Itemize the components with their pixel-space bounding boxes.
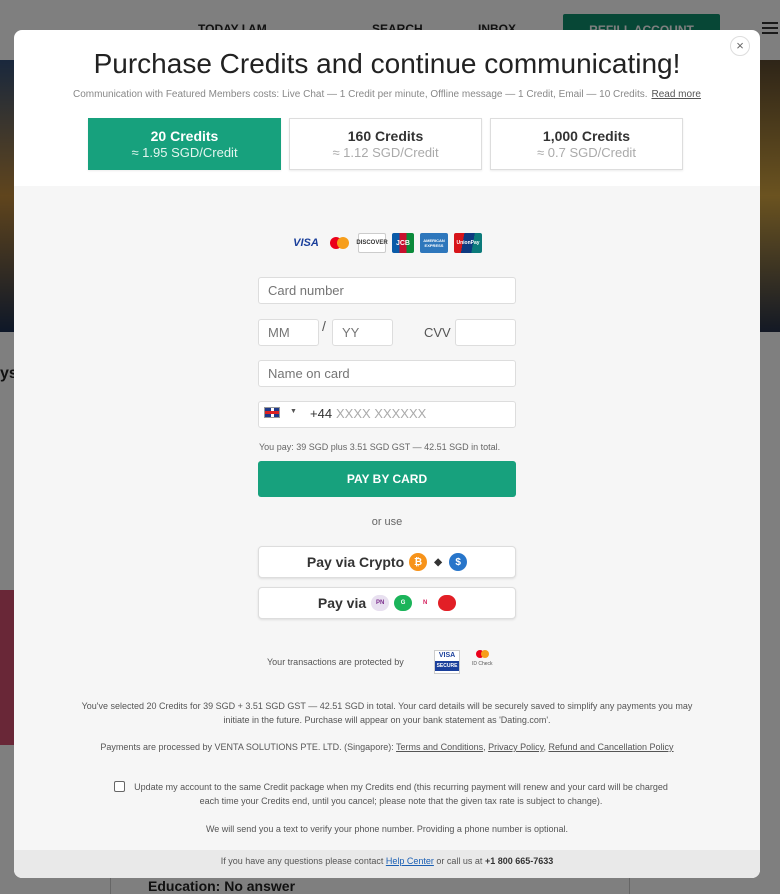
or-use-label: or use: [371, 516, 403, 528]
support-phone[interactable]: +1 800 665-7633: [485, 856, 553, 866]
recurring-payment-checkbox[interactable]: [114, 781, 125, 792]
subtitle-text: Communication with Featured Members cost…: [73, 89, 648, 100]
help-footer: If you have any questions please contact…: [14, 850, 760, 878]
package-title: 160 Credits: [347, 128, 424, 144]
pay-by-card-button[interactable]: PAY BY CARD: [258, 461, 516, 497]
visa-secure-text: VISA: [438, 652, 456, 659]
amex-logo-icon: AMERICAN EXPRESS: [420, 233, 448, 253]
uk-flag-icon[interactable]: [264, 407, 280, 418]
package-price: ≈ 0.7 SGD/Credit: [537, 145, 636, 160]
caret-down-icon[interactable]: ▼: [290, 408, 297, 415]
purchase-credits-modal: × Purchase Credits and continue communic…: [14, 30, 760, 878]
phone-verification-note: We will send you a text to verify your p…: [205, 824, 569, 834]
package-price: ≈ 1.12 SGD/Credit: [332, 145, 439, 160]
pay-via-crypto-button[interactable]: Pay via Crypto ₿ ◆ $: [258, 546, 516, 578]
visa-secure-sub: SECURE: [435, 661, 459, 671]
recurring-payment-label: Update my account to the same Credit pac…: [134, 782, 668, 806]
ethereum-icon: ◆: [432, 553, 445, 571]
package-title: 1,000 Credits: [542, 128, 631, 144]
bitcoin-icon: ₿: [409, 553, 428, 571]
refund-link[interactable]: Refund and Cancellation Policy: [548, 742, 673, 752]
jcb-logo-icon: JCB: [392, 233, 414, 253]
read-more-link[interactable]: Read more: [652, 89, 701, 100]
unionpay-logo-icon: UnionPay: [454, 233, 482, 253]
expiry-separator: /: [322, 318, 326, 334]
privacy-link[interactable]: Privacy Policy: [488, 742, 543, 752]
cvv-input[interactable]: [455, 319, 516, 346]
pay-via-paynow-button[interactable]: Pay via PN G N: [258, 587, 516, 619]
paynow-icon: PN: [371, 595, 390, 611]
processor-text: Payments are processed by VENTA SOLUTION…: [100, 742, 394, 752]
discover-logo-icon: DISCOVER: [356, 233, 388, 253]
you-pay-summary: You pay: 39 SGD plus 3.51 SGD GST — 42.5…: [259, 442, 501, 452]
protected-text: Your transactions are protected by: [267, 657, 404, 667]
visa-secure-icon: VISA SECURE: [434, 650, 460, 674]
phone-country-code: +44: [310, 406, 333, 421]
mastercard-logo-icon: [326, 233, 352, 253]
usdc-icon: $: [449, 553, 468, 571]
card-number-input[interactable]: [258, 277, 516, 304]
card-logos: VISA DISCOVER JCB AMERICAN EXPRESS Union…: [292, 233, 482, 253]
footer-prefix: If you have any questions please contact: [220, 856, 384, 866]
package-20-credits[interactable]: 20 Credits ≈ 1.95 SGD/Credit: [88, 118, 281, 170]
footer-middle: or call us at: [436, 856, 483, 866]
processor-info: Payments are processed by VENTA SOLUTION…: [100, 742, 674, 752]
modal-subtitle: Communication with Featured Members cost…: [14, 89, 760, 100]
mastercard-id-check-icon: ID Check: [472, 650, 493, 667]
visa-logo-icon: VISA: [293, 237, 319, 249]
package-160-credits[interactable]: 160 Credits ≈ 1.12 SGD/Credit: [289, 118, 482, 170]
expiry-year-input[interactable]: [332, 319, 393, 346]
selection-info: You've selected 20 Credits for 39 SGD + …: [81, 701, 693, 725]
package-title: 20 Credits: [150, 128, 219, 144]
package-price: ≈ 1.95 SGD/Credit: [131, 145, 238, 160]
phone-placeholder: XXXX XXXXXX: [336, 406, 427, 421]
name-on-card-input[interactable]: [258, 360, 516, 387]
modal-title: Purchase Credits and continue communicat…: [93, 48, 681, 79]
nets-icon: N: [417, 595, 434, 611]
cvv-label: CVV: [424, 325, 451, 340]
help-center-link[interactable]: Help Center: [386, 856, 434, 866]
id-check-label: ID Check: [472, 661, 493, 667]
grabpay-icon: G: [394, 595, 413, 611]
package-1000-credits[interactable]: 1,000 Credits ≈ 0.7 SGD/Credit: [490, 118, 683, 170]
singapore-flag-icon: [438, 595, 457, 611]
crypto-label: Pay via Crypto: [306, 554, 405, 570]
paynow-label: Pay via: [317, 595, 367, 611]
expiry-month-input[interactable]: [258, 319, 319, 346]
credit-packages: 20 Credits ≈ 1.95 SGD/Credit 160 Credits…: [88, 118, 683, 170]
terms-link[interactable]: Terms and Conditions: [396, 742, 483, 752]
